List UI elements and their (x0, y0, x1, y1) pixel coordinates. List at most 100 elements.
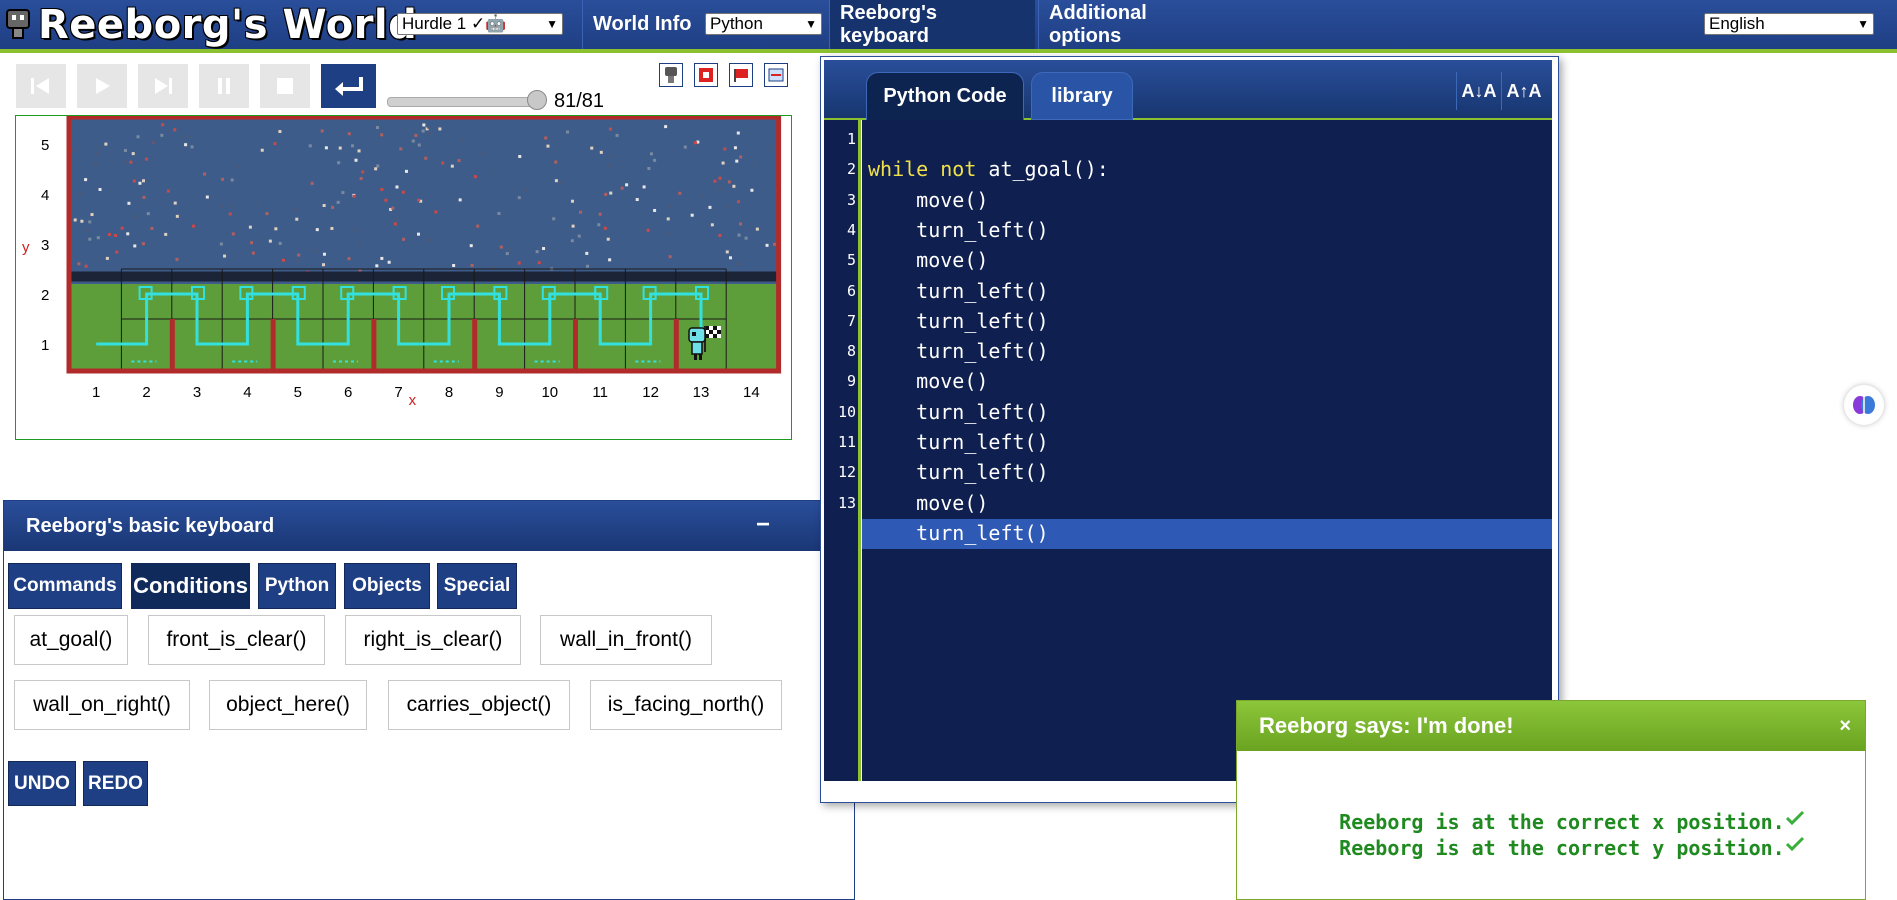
crowd-dot (330, 227, 333, 230)
crowd-dot (150, 227, 153, 230)
crowd-dot (414, 134, 417, 137)
crowd-dot (182, 135, 185, 138)
crowd-dot (380, 257, 383, 260)
keyboard-header[interactable]: Reeborg's basic keyboard − × (4, 501, 854, 551)
crowd-dot (735, 160, 738, 163)
dialog-header[interactable]: Reeborg says: I'm done! × (1237, 701, 1865, 751)
tab-objects[interactable]: Objects (344, 563, 430, 609)
undo-button[interactable]: UNDO (8, 761, 76, 806)
tab-library[interactable]: library (1031, 72, 1133, 120)
highlight-icon (697, 66, 715, 84)
dialog-message: Reeborg is at the correct y position. (1291, 812, 1805, 884)
wall-on-right-button[interactable]: wall_on_right() (14, 680, 190, 730)
crowd-dot (325, 146, 328, 149)
decrease-font-icon: A↓A (1462, 81, 1497, 102)
crowd-dot (470, 244, 473, 247)
step-slider-track[interactable] (387, 97, 539, 107)
increase-font-button[interactable]: A↑A (1501, 72, 1546, 110)
x-tick-label: 7 (394, 384, 402, 401)
dialog-title: Reeborg says: I'm done! (1259, 713, 1514, 739)
crowd-dot (274, 227, 277, 230)
code-line: turn_left() (868, 339, 1049, 363)
tab-python[interactable]: Python (258, 563, 336, 609)
top-bar: Reeborg's World Hurdle 1 ✓🤖 ▼ World Info… (0, 0, 1897, 53)
crowd-dot (353, 195, 356, 198)
line-number: 4 (824, 221, 856, 239)
world-canvas: 1 2 3 4 5 1 2 3 4 5 6 7 8 9 10 11 12 13 14 y x (15, 115, 792, 440)
tab-python-code-label: Python Code (883, 85, 1006, 108)
tab-special[interactable]: Special (437, 563, 517, 609)
ui-language-select[interactable]: English ▼ (1704, 13, 1874, 35)
world-info-tab[interactable]: World Info (582, 0, 706, 49)
crowd-dot (358, 149, 361, 152)
world-edit-button[interactable] (764, 63, 788, 87)
return-button[interactable] (321, 64, 376, 108)
ui-language-value: English (1709, 14, 1765, 34)
flag-tool-button[interactable] (729, 63, 753, 87)
crowd-dot (572, 225, 575, 228)
crowd-dot (388, 261, 391, 264)
crowd-dot (412, 140, 415, 143)
crowd-dot (586, 265, 589, 268)
crowd-dot (597, 223, 600, 226)
redo-button[interactable]: REDO (83, 761, 148, 806)
at-goal-button[interactable]: at_goal() (14, 615, 128, 665)
crowd-dot (506, 252, 509, 255)
reeborg-keyboard-tab[interactable]: Reeborg's keyboard (829, 0, 1035, 49)
x-tick-label: 8 (445, 384, 453, 401)
highlight-tool-button[interactable] (694, 63, 718, 87)
crowd-dot (84, 229, 87, 232)
object-here-button[interactable]: object_here() (209, 680, 367, 730)
crowd-dot (72, 149, 75, 152)
minimize-icon[interactable]: − (756, 511, 770, 539)
line-number: 3 (824, 191, 856, 209)
close-icon[interactable]: × (1839, 715, 1851, 738)
step-counter: 81/81 (554, 90, 604, 113)
crowd-dot (376, 164, 379, 167)
crowd-dot (99, 188, 102, 191)
step-forward-button[interactable] (138, 64, 188, 108)
additional-options-tab[interactable]: Additional options (1038, 0, 1230, 49)
crowd-dot (402, 238, 405, 241)
decrease-font-button[interactable]: A↓A (1456, 72, 1501, 110)
wall-in-front-button[interactable]: wall_in_front() (540, 615, 712, 665)
crowd-dot (579, 211, 582, 214)
code-line: turn_left() (868, 521, 1049, 545)
step-forward-icon (151, 75, 175, 97)
tab-commands[interactable]: Commands (8, 563, 122, 609)
front-is-clear-button[interactable]: front_is_clear() (148, 615, 325, 665)
carries-object-button[interactable]: carries_object() (388, 680, 570, 730)
programming-language-select[interactable]: Python ▼ (705, 13, 822, 35)
crowd-dot (192, 225, 195, 228)
reload-button[interactable] (16, 64, 66, 108)
y-axis-label: y (22, 239, 30, 256)
crowd-dot (232, 232, 235, 235)
code-line: turn_left() (868, 460, 1049, 484)
world-select[interactable]: Hurdle 1 ✓🤖 ▼ (397, 13, 563, 35)
crowd-dot (376, 126, 379, 129)
crowd-dot (96, 152, 99, 155)
step-slider-handle[interactable] (527, 90, 547, 110)
step-back-button[interactable] (77, 64, 127, 108)
is-facing-north-button[interactable]: is_facing_north() (590, 680, 782, 730)
crowd-dot (653, 209, 656, 212)
crowd-dot (94, 162, 97, 165)
brain-assistant-button[interactable] (1844, 385, 1884, 425)
keyboard-title: Reeborg's basic keyboard (26, 515, 274, 538)
tab-python-code[interactable]: Python Code (866, 72, 1024, 120)
crowd-dot (314, 249, 317, 252)
stop-button[interactable] (260, 64, 310, 108)
crowd-dot (269, 240, 272, 243)
crowd-dot (360, 177, 363, 180)
crowd-dot (684, 146, 687, 149)
crowd-dot (127, 202, 130, 205)
tab-conditions[interactable]: Conditions (131, 563, 250, 609)
pause-button[interactable] (199, 64, 249, 108)
robot-tool-button[interactable] (659, 63, 683, 87)
crowd-dot (323, 204, 326, 207)
crowd-dot (129, 161, 132, 164)
crowd-dot (190, 135, 193, 138)
crowd-dot (769, 145, 772, 148)
world-grid: 123451 2 3 4 5 6 7 8 9 10 11 12 13 14yx (16, 116, 793, 441)
right-is-clear-button[interactable]: right_is_clear() (345, 615, 521, 665)
